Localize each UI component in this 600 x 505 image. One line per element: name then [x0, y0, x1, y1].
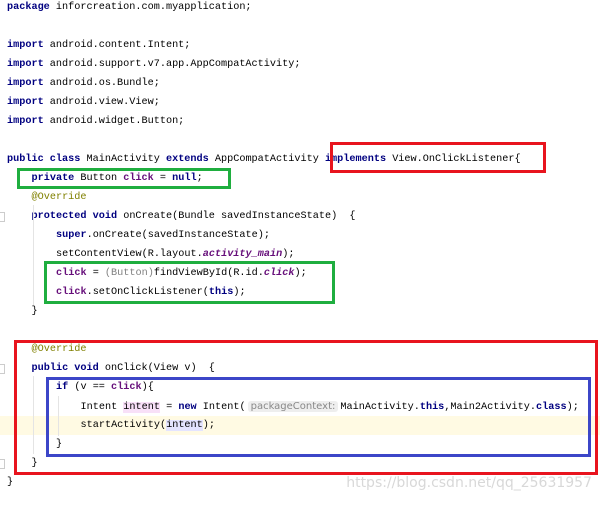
code-line[interactable]: import android.os.Bundle; — [0, 74, 600, 93]
code-token: } — [31, 306, 38, 317]
code-line[interactable]: import android.view.View; — [0, 93, 600, 112]
code-token: inforcreation.com.myapplication; — [49, 2, 252, 13]
code-token: setContentView(R.layout. — [56, 249, 203, 260]
green-highlight-box-field — [17, 168, 231, 189]
code-token: import — [7, 40, 44, 51]
code-line[interactable] — [0, 321, 600, 340]
code-line[interactable]: } — [0, 302, 600, 321]
code-token: super — [56, 230, 87, 241]
code-token: extends — [165, 154, 209, 165]
fold-marker-icon[interactable] — [0, 459, 5, 469]
code-token: android.view.View; — [43, 97, 160, 108]
code-token: onCreate(Bundle savedInstanceState) { — [117, 211, 356, 222]
code-token: import — [7, 97, 44, 108]
code-line[interactable] — [0, 17, 600, 36]
code-token: @Override — [31, 192, 87, 203]
code-token: activity_main — [202, 249, 283, 260]
code-token: import — [7, 59, 44, 70]
code-token: MainActivity — [80, 154, 166, 165]
code-token: } — [7, 477, 14, 488]
code-line[interactable]: package inforcreation.com.myapplication; — [0, 0, 600, 17]
code-line[interactable]: import android.widget.Button; — [0, 112, 600, 131]
code-line[interactable]: import android.content.Intent; — [0, 36, 600, 55]
code-token: AppCompatActivity — [208, 154, 325, 165]
indent-guide — [33, 205, 34, 305]
code-token: ); — [282, 249, 295, 260]
fold-marker-icon[interactable] — [0, 364, 5, 374]
code-token: public class — [7, 154, 81, 165]
code-line[interactable]: protected void onCreate(Bundle savedInst… — [0, 207, 600, 226]
code-line[interactable]: @Override — [0, 188, 600, 207]
code-line[interactable]: super.onCreate(savedInstanceState); — [0, 226, 600, 245]
code-token: android.os.Bundle; — [43, 78, 160, 89]
code-token: android.widget.Button; — [43, 116, 185, 127]
code-token: import — [7, 116, 44, 127]
red-highlight-box-implements — [330, 142, 546, 173]
code-token: android.support.v7.app.AppCompatActivity… — [43, 59, 301, 70]
code-token: import — [7, 78, 44, 89]
blue-highlight-box-if — [46, 377, 591, 457]
code-token: android.content.Intent; — [43, 40, 191, 51]
code-token: package — [7, 2, 50, 13]
code-line[interactable]: import android.support.v7.app.AppCompatA… — [0, 55, 600, 74]
watermark: https://blog.csdn.net/qq_25631957 — [346, 475, 592, 491]
green-highlight-box-listener — [44, 261, 335, 304]
fold-marker-icon[interactable] — [0, 212, 5, 222]
code-token: .onCreate(savedInstanceState); — [86, 230, 270, 241]
code-token: protected void — [31, 211, 118, 222]
